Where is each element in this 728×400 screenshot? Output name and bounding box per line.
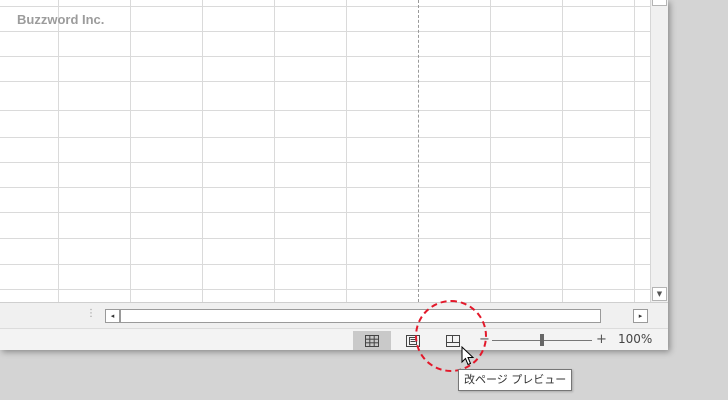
column-gridline bbox=[58, 0, 59, 302]
row-gridline bbox=[0, 289, 650, 290]
horizontal-scroll-thumb[interactable] bbox=[120, 309, 601, 323]
column-gridline bbox=[634, 0, 635, 302]
tab-splitter-handle[interactable]: ⋮ bbox=[86, 308, 96, 320]
scroll-down-button[interactable]: ▼ bbox=[652, 287, 667, 301]
column-gridline bbox=[490, 0, 491, 302]
highlight-circle bbox=[415, 300, 487, 372]
row-gridline bbox=[0, 56, 650, 57]
column-gridline bbox=[562, 0, 563, 302]
row-gridline bbox=[0, 264, 650, 265]
page-break-line bbox=[418, 0, 419, 302]
status-bar: − + 100% bbox=[0, 328, 668, 350]
column-gridline bbox=[346, 0, 347, 302]
vertical-scrollbar[interactable]: ▼ bbox=[650, 0, 668, 302]
row-gridline bbox=[0, 31, 650, 32]
scroll-left-button[interactable]: ◂ bbox=[105, 309, 120, 323]
worksheet-grid[interactable]: Buzzword Inc. bbox=[0, 0, 650, 302]
normal-view-button[interactable] bbox=[353, 331, 391, 350]
row-gridline bbox=[0, 137, 650, 138]
zoom-level[interactable]: 100% bbox=[618, 332, 652, 346]
mouse-pointer-icon bbox=[461, 346, 475, 366]
zoom-slider-thumb[interactable] bbox=[540, 334, 544, 346]
scroll-right-button[interactable]: ▸ bbox=[633, 309, 648, 323]
zoom-in-button[interactable]: + bbox=[596, 331, 607, 348]
column-gridline bbox=[202, 0, 203, 302]
row-gridline bbox=[0, 212, 650, 213]
row-gridline bbox=[0, 187, 650, 188]
scroll-up-button[interactable] bbox=[652, 0, 667, 6]
grid-icon bbox=[365, 334, 379, 347]
row-gridline bbox=[0, 81, 650, 82]
tooltip: 改ページ プレビュー bbox=[458, 369, 573, 391]
header-watermark: Buzzword Inc. bbox=[17, 12, 105, 27]
excel-window: Buzzword Inc. ▼ ⋮ ◂ ▸ − + 100% bbox=[0, 0, 668, 350]
row-gridline bbox=[0, 162, 650, 163]
row-gridline bbox=[0, 110, 650, 111]
sheet-tab-strip: ⋮ ◂ ▸ bbox=[0, 302, 668, 328]
column-gridline bbox=[130, 0, 131, 302]
column-gridline bbox=[274, 0, 275, 302]
row-gridline bbox=[0, 238, 650, 239]
row-gridline bbox=[0, 6, 650, 7]
